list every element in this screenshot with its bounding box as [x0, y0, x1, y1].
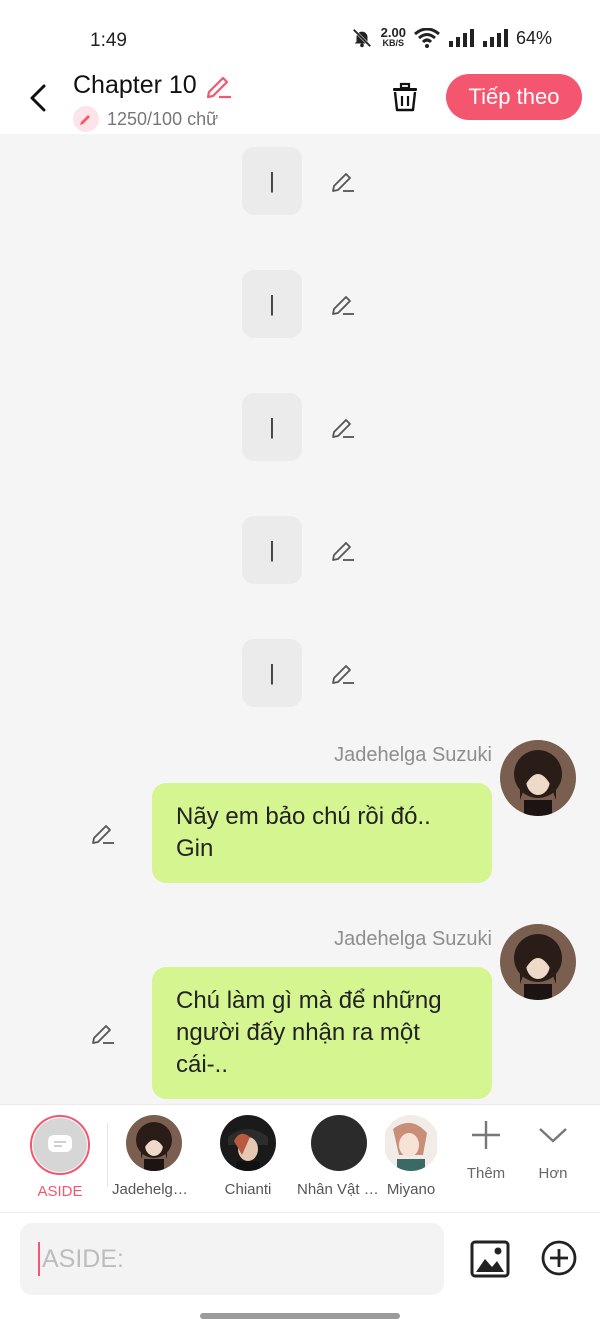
- message-sender: Jadehelga Suzuki: [334, 744, 492, 766]
- message-bubble[interactable]: Nãy em bảo chú rồi đó.. Gin: [152, 783, 492, 883]
- character-chianti[interactable]: Chianti: [203, 1115, 293, 1198]
- chat-bubble-icon: [48, 1135, 72, 1152]
- edit-icon[interactable]: [89, 1019, 117, 1047]
- avatar: [126, 1115, 182, 1171]
- message-bubble[interactable]: Chú làm gì mà để những người đấy nhận ra…: [152, 967, 492, 1099]
- less-label: Hơn: [538, 1165, 568, 1182]
- speed-unit: KB/S: [382, 38, 405, 48]
- expand-button[interactable]: Hơn: [523, 1119, 583, 1182]
- app-header: Chapter 10 1250/100 chữ Tiếp theo: [0, 66, 600, 134]
- aside-item[interactable]: |: [242, 147, 302, 215]
- delete-button[interactable]: [386, 78, 424, 116]
- signal-icon-2: [482, 29, 508, 47]
- status-time: 1:49: [90, 30, 127, 51]
- divider: [107, 1123, 108, 1187]
- edit-icon[interactable]: [329, 290, 357, 318]
- more-label: Thêm: [466, 1165, 506, 1182]
- message-sender: Jadehelga Suzuki: [334, 928, 492, 950]
- word-count: 1250/100 chữ: [107, 108, 219, 129]
- chevron-left-icon: [30, 84, 46, 112]
- plus-circle-icon: [541, 1240, 577, 1276]
- character-aside[interactable]: ASIDE: [15, 1115, 105, 1200]
- network-speed: 2.00 KB/S: [380, 25, 406, 48]
- next-button[interactable]: Tiếp theo: [446, 74, 582, 120]
- status-icons: 2.00 KB/S 64%: [351, 25, 552, 49]
- status-bar: 1:49 2.00 KB/S 64%: [0, 0, 600, 66]
- character-label: Chianti: [224, 1181, 272, 1198]
- chat-area[interactable]: | | | | | Jadehelga Suzuki Nãy em bảo ch…: [0, 134, 600, 1104]
- insert-image-button[interactable]: [470, 1239, 510, 1279]
- avatar: [385, 1115, 437, 1171]
- character-nhan-vat-phu[interactable]: Nhân Vật Phụ: [294, 1115, 384, 1198]
- character-label: Miyano: [386, 1181, 436, 1198]
- edit-icon[interactable]: [329, 413, 357, 441]
- aside-item[interactable]: |: [242, 393, 302, 461]
- wifi-icon: [414, 28, 440, 48]
- chevron-down-icon: [539, 1128, 567, 1143]
- avatar[interactable]: [500, 740, 576, 816]
- word-count-pencil-icon: [73, 106, 99, 132]
- chapter-title: Chapter 10: [73, 70, 197, 99]
- aside-avatar: [30, 1115, 90, 1175]
- aside-item[interactable]: |: [242, 639, 302, 707]
- avatar: [220, 1115, 276, 1171]
- character-bar: ASIDE Jadehelga Suzuki Chianti Nhân Vật …: [0, 1104, 600, 1213]
- trash-icon: [393, 82, 417, 112]
- character-label: ASIDE: [37, 1183, 83, 1200]
- home-indicator[interactable]: [200, 1313, 400, 1319]
- character-jadehelga[interactable]: Jadehelga Suzuki: [109, 1115, 199, 1198]
- edit-icon[interactable]: [329, 536, 357, 564]
- image-icon: [470, 1240, 510, 1278]
- avatar: [311, 1115, 367, 1171]
- add-character-button[interactable]: Thêm: [456, 1119, 516, 1182]
- aside-item[interactable]: |: [242, 516, 302, 584]
- character-label: Nhân Vật Phụ: [297, 1181, 381, 1198]
- back-button[interactable]: [18, 78, 58, 118]
- edit-icon[interactable]: [329, 659, 357, 687]
- message-input[interactable]: ASIDE:: [20, 1223, 444, 1295]
- plus-icon: [472, 1121, 500, 1149]
- text-caret: [38, 1242, 40, 1276]
- character-label: Jadehelga Suzuki: [112, 1181, 196, 1198]
- speed-value: 2.00: [380, 25, 406, 40]
- chapter-title-block: Chapter 10 1250/100 chữ: [73, 70, 233, 132]
- signal-icon: [448, 29, 474, 47]
- input-placeholder: ASIDE:: [42, 1244, 124, 1273]
- aside-item[interactable]: |: [242, 270, 302, 338]
- battery-level: 64%: [515, 27, 552, 48]
- avatar[interactable]: [500, 924, 576, 1000]
- edit-title-icon[interactable]: [203, 70, 233, 100]
- character-miyano[interactable]: Miyano: [385, 1115, 437, 1198]
- mute-bell-icon: [352, 28, 371, 48]
- add-button[interactable]: [540, 1239, 578, 1277]
- edit-icon[interactable]: [329, 167, 357, 195]
- edit-icon[interactable]: [89, 819, 117, 847]
